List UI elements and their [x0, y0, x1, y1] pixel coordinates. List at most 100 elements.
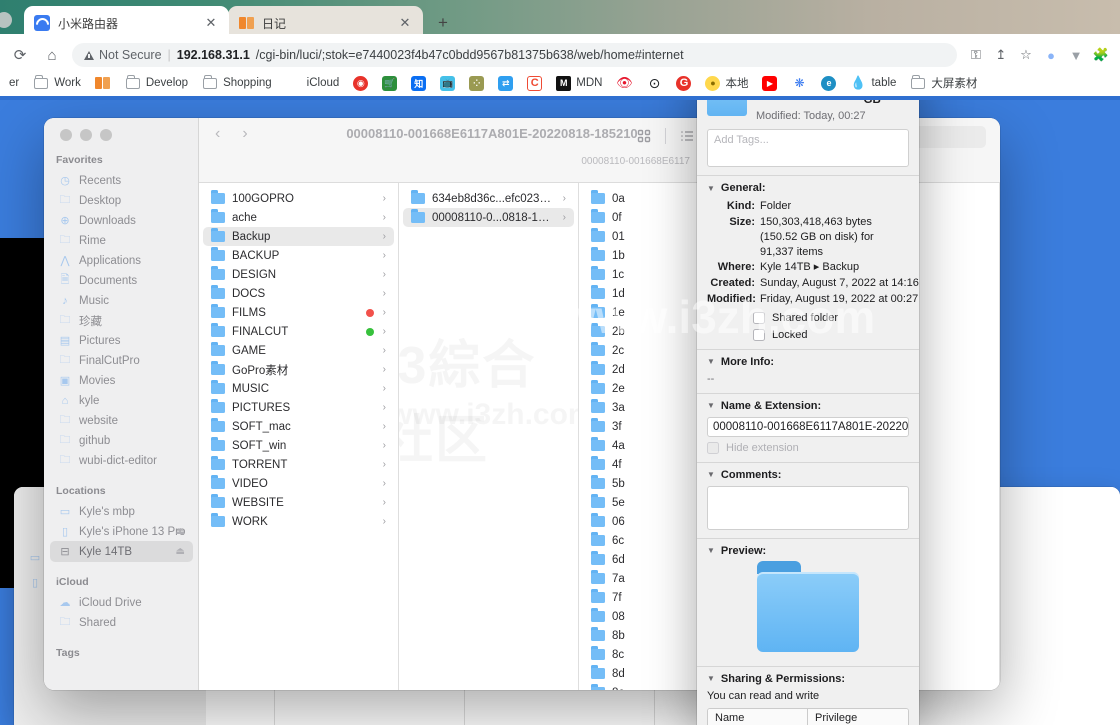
folder-row[interactable]: WEBSITE ›: [203, 493, 394, 512]
folder-row[interactable]: PICTURES ›: [203, 398, 394, 417]
bookmark-shopping[interactable]: Shopping: [197, 73, 277, 93]
extension-v-icon[interactable]: ▼: [1065, 44, 1087, 66]
bookmark-juejin[interactable]: ⁘: [464, 74, 489, 93]
folder-row[interactable]: SOFT_win ›: [203, 436, 394, 455]
bookmark-table[interactable]: 💧 table: [845, 73, 901, 93]
shared-folder-checkbox[interactable]: [753, 311, 765, 324]
sidebar-item-music[interactable]: ♪ Music: [50, 290, 193, 311]
sidebar-item-movies[interactable]: ▣ Movies: [50, 370, 193, 391]
chevron-down-icon[interactable]: ▼: [707, 674, 715, 683]
bookmark-youtube[interactable]: ▶: [757, 74, 782, 93]
eject-icon[interactable]: ⏏: [176, 546, 185, 557]
finder-navigation[interactable]: ‹ ›: [215, 125, 248, 143]
bookmark-local[interactable]: ● 本地: [700, 73, 753, 93]
sidebar-item-kyle[interactable]: ⌂ kyle: [50, 390, 193, 411]
folder-row[interactable]: GoPro素材 ›: [203, 360, 394, 379]
forward-button[interactable]: ›: [242, 125, 247, 143]
zoom-button[interactable]: [100, 129, 112, 141]
sharing-section-header[interactable]: ▼ Sharing & Permissions:: [707, 673, 909, 685]
sidebar-item-documents[interactable]: 🗎 Documents: [50, 270, 193, 291]
folder-row[interactable]: DESIGN ›: [203, 265, 394, 284]
locked-checkbox-row[interactable]: Locked: [753, 328, 909, 341]
chevron-down-icon[interactable]: ▼: [707, 470, 715, 479]
bookmark-green-cart[interactable]: 🛒: [377, 74, 402, 93]
folder-row[interactable]: MUSIC ›: [203, 379, 394, 398]
sidebar-item-kyles-iphone-13-pro[interactable]: ▯ Kyle's iPhone 13 Pro ⏏: [50, 521, 193, 542]
add-tags-field[interactable]: Add Tags...: [707, 129, 909, 167]
sidebar-item-wubi-dict-editor[interactable]: 🗀 wubi-dict-editor: [50, 450, 193, 471]
folder-row[interactable]: SOFT_mac ›: [203, 417, 394, 436]
folder-row-selected[interactable]: Backup ›: [203, 227, 394, 246]
chevron-down-icon[interactable]: ▼: [707, 357, 715, 366]
sidebar-item-downloads[interactable]: ⊕ Downloads: [50, 210, 193, 231]
chevron-down-icon[interactable]: ▼: [707, 184, 715, 193]
sidebar-item-pictures[interactable]: ▤ Pictures: [50, 330, 193, 351]
new-tab-button[interactable]: +: [432, 12, 454, 34]
folder-row[interactable]: FINALCUT ›: [203, 322, 394, 341]
name-extension-input[interactable]: 00008110-001668E6117A801E-202208: [707, 416, 909, 437]
bookmark-bilibili[interactable]: 📺: [435, 74, 460, 93]
locked-checkbox[interactable]: [753, 328, 765, 341]
close-icon[interactable]: ✕: [397, 15, 413, 31]
icon-view-button[interactable]: [629, 125, 659, 147]
sidebar-item-github[interactable]: 🗀 github: [50, 430, 193, 451]
bookmark-mdn[interactable]: M MDN: [551, 74, 607, 93]
bookmark-blue-swap[interactable]: ⇄: [493, 74, 518, 93]
name-extension-section-header[interactable]: ▼ Name & Extension:: [707, 400, 909, 412]
preview-section-header[interactable]: ▼ Preview:: [707, 545, 909, 557]
sidebar-item-kyle-14tb[interactable]: ⊟ Kyle 14TB ⏏: [50, 541, 193, 562]
folder-row-selected[interactable]: 00008110-0...0818-185210›: [403, 208, 574, 227]
not-secure-badge[interactable]: Not Secure: [84, 48, 162, 62]
window-control-dot[interactable]: [0, 12, 12, 28]
bookmark-edge[interactable]: e: [816, 74, 841, 93]
bookmark-github[interactable]: ⊙: [641, 73, 667, 93]
window-traffic-lights[interactable]: [60, 129, 112, 141]
minimize-button[interactable]: [80, 129, 92, 141]
browser-tab-active[interactable]: 小米路由器 ✕: [24, 6, 229, 40]
bookmark-develop[interactable]: Develop: [120, 73, 193, 93]
general-section-header[interactable]: ▼ General:: [707, 182, 909, 194]
shared-folder-checkbox-row[interactable]: Shared folder: [753, 311, 909, 324]
bookmark-icloud[interactable]: iCloud: [281, 73, 345, 93]
sidebar-item-recents[interactable]: ◷ Recents: [50, 170, 193, 191]
bookmark-er[interactable]: er: [4, 75, 24, 91]
bookmark-c-orange[interactable]: C: [522, 74, 547, 93]
sidebar-item-finalcutpro[interactable]: 🗀 FinalCutPro: [50, 350, 193, 371]
profile-icon[interactable]: ●: [1040, 44, 1062, 66]
sidebar-item-zhencang[interactable]: 🗀 珍藏: [50, 310, 193, 331]
close-icon[interactable]: ✕: [203, 15, 219, 31]
bookmark-weibo[interactable]: 👁: [611, 73, 637, 93]
puzzle-icon[interactable]: 🧩: [1090, 44, 1112, 66]
key-icon[interactable]: ⚿: [965, 44, 987, 66]
get-info-window[interactable]: 00008110-001668E6117... 00008110-001668E…: [697, 48, 919, 725]
bookmark-g-red[interactable]: G: [671, 74, 696, 93]
share-icon[interactable]: ↥: [990, 44, 1012, 66]
back-button[interactable]: ‹: [215, 125, 220, 143]
sidebar-item-website[interactable]: 🗀 website: [50, 410, 193, 431]
sidebar-item-desktop[interactable]: 🗀 Desktop: [50, 190, 193, 211]
close-button[interactable]: [60, 129, 72, 141]
bookmark-red-pin[interactable]: ◉: [348, 74, 373, 93]
chevron-down-icon[interactable]: ▼: [707, 546, 715, 555]
address-bar[interactable]: Not Secure | 192.168.31.1/cgi-bin/luci/;…: [72, 43, 957, 67]
sidebar-item-rime[interactable]: 🗀 Rime: [50, 230, 193, 251]
eject-icon[interactable]: ⏏: [176, 526, 185, 537]
more-info-section-header[interactable]: ▼ More Info:: [707, 356, 909, 368]
folder-row[interactable]: WORK ›: [203, 512, 394, 531]
sidebar-item-applications[interactable]: ⋀ Applications: [50, 250, 193, 271]
reload-icon[interactable]: ⟳: [8, 43, 32, 67]
sidebar-item-icloud-drive[interactable]: ☁ iCloud Drive: [50, 592, 193, 613]
folder-row[interactable]: 100GOPRO ›: [203, 189, 394, 208]
folder-row[interactable]: GAME ›: [203, 341, 394, 360]
folder-row[interactable]: TORRENT ›: [203, 455, 394, 474]
sidebar-item-kyles-mbp[interactable]: ▭ Kyle's mbp: [50, 501, 193, 522]
home-icon[interactable]: ⌂: [40, 43, 64, 67]
bookmark-book[interactable]: [90, 73, 116, 93]
bookmark-daping-sucai[interactable]: 大屏素材: [905, 73, 982, 93]
browser-tab-inactive[interactable]: 日记 ✕: [228, 6, 423, 40]
folder-row[interactable]: ache ›: [203, 208, 394, 227]
folder-row[interactable]: 634eb8d36c...efc0232f71a ›: [403, 189, 574, 208]
bookmark-zhihu[interactable]: 知: [406, 74, 431, 93]
folder-row[interactable]: FILMS ›: [203, 303, 394, 322]
comments-textarea[interactable]: [707, 485, 909, 530]
